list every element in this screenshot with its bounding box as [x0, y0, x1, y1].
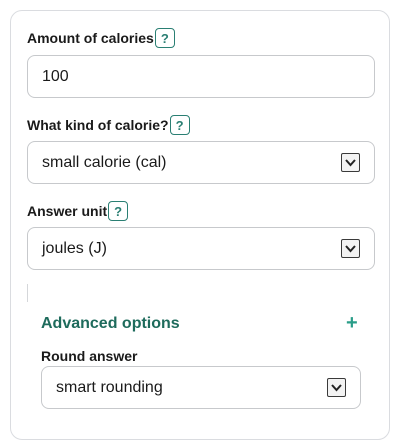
- answer-unit-label: Answer unit: [27, 203, 108, 219]
- answer-unit-label-row: Answer unit ?: [27, 200, 129, 222]
- chevron-down-icon: [341, 239, 360, 258]
- amount-label-row: Amount of calories ?: [27, 27, 175, 49]
- expand-plus-icon[interactable]: +: [346, 312, 358, 335]
- amount-label: Amount of calories: [27, 30, 154, 46]
- amount-input[interactable]: [27, 55, 375, 98]
- answer-unit-select[interactable]: joules (J): [27, 227, 375, 270]
- calorie-kind-help-button[interactable]: ?: [169, 115, 190, 135]
- amount-help-button[interactable]: ?: [154, 28, 175, 48]
- chevron-down-icon: [327, 378, 346, 397]
- calorie-kind-selected: small calorie (cal): [42, 153, 167, 171]
- round-answer-selected: smart rounding: [56, 378, 163, 396]
- chevron-down-icon: [341, 153, 360, 172]
- calorie-kind-select[interactable]: small calorie (cal): [27, 141, 375, 184]
- round-answer-label: Round answer: [41, 348, 138, 364]
- answer-unit-help-button[interactable]: ?: [108, 201, 129, 221]
- advanced-options-title[interactable]: Advanced options: [41, 315, 180, 333]
- calorie-kind-label-row: What kind of calorie? ?: [27, 114, 190, 136]
- answer-unit-selected: joules (J): [42, 239, 107, 257]
- calorie-kind-label: What kind of calorie?: [27, 117, 169, 133]
- divider-line: [27, 284, 28, 302]
- round-answer-select[interactable]: smart rounding: [41, 366, 361, 409]
